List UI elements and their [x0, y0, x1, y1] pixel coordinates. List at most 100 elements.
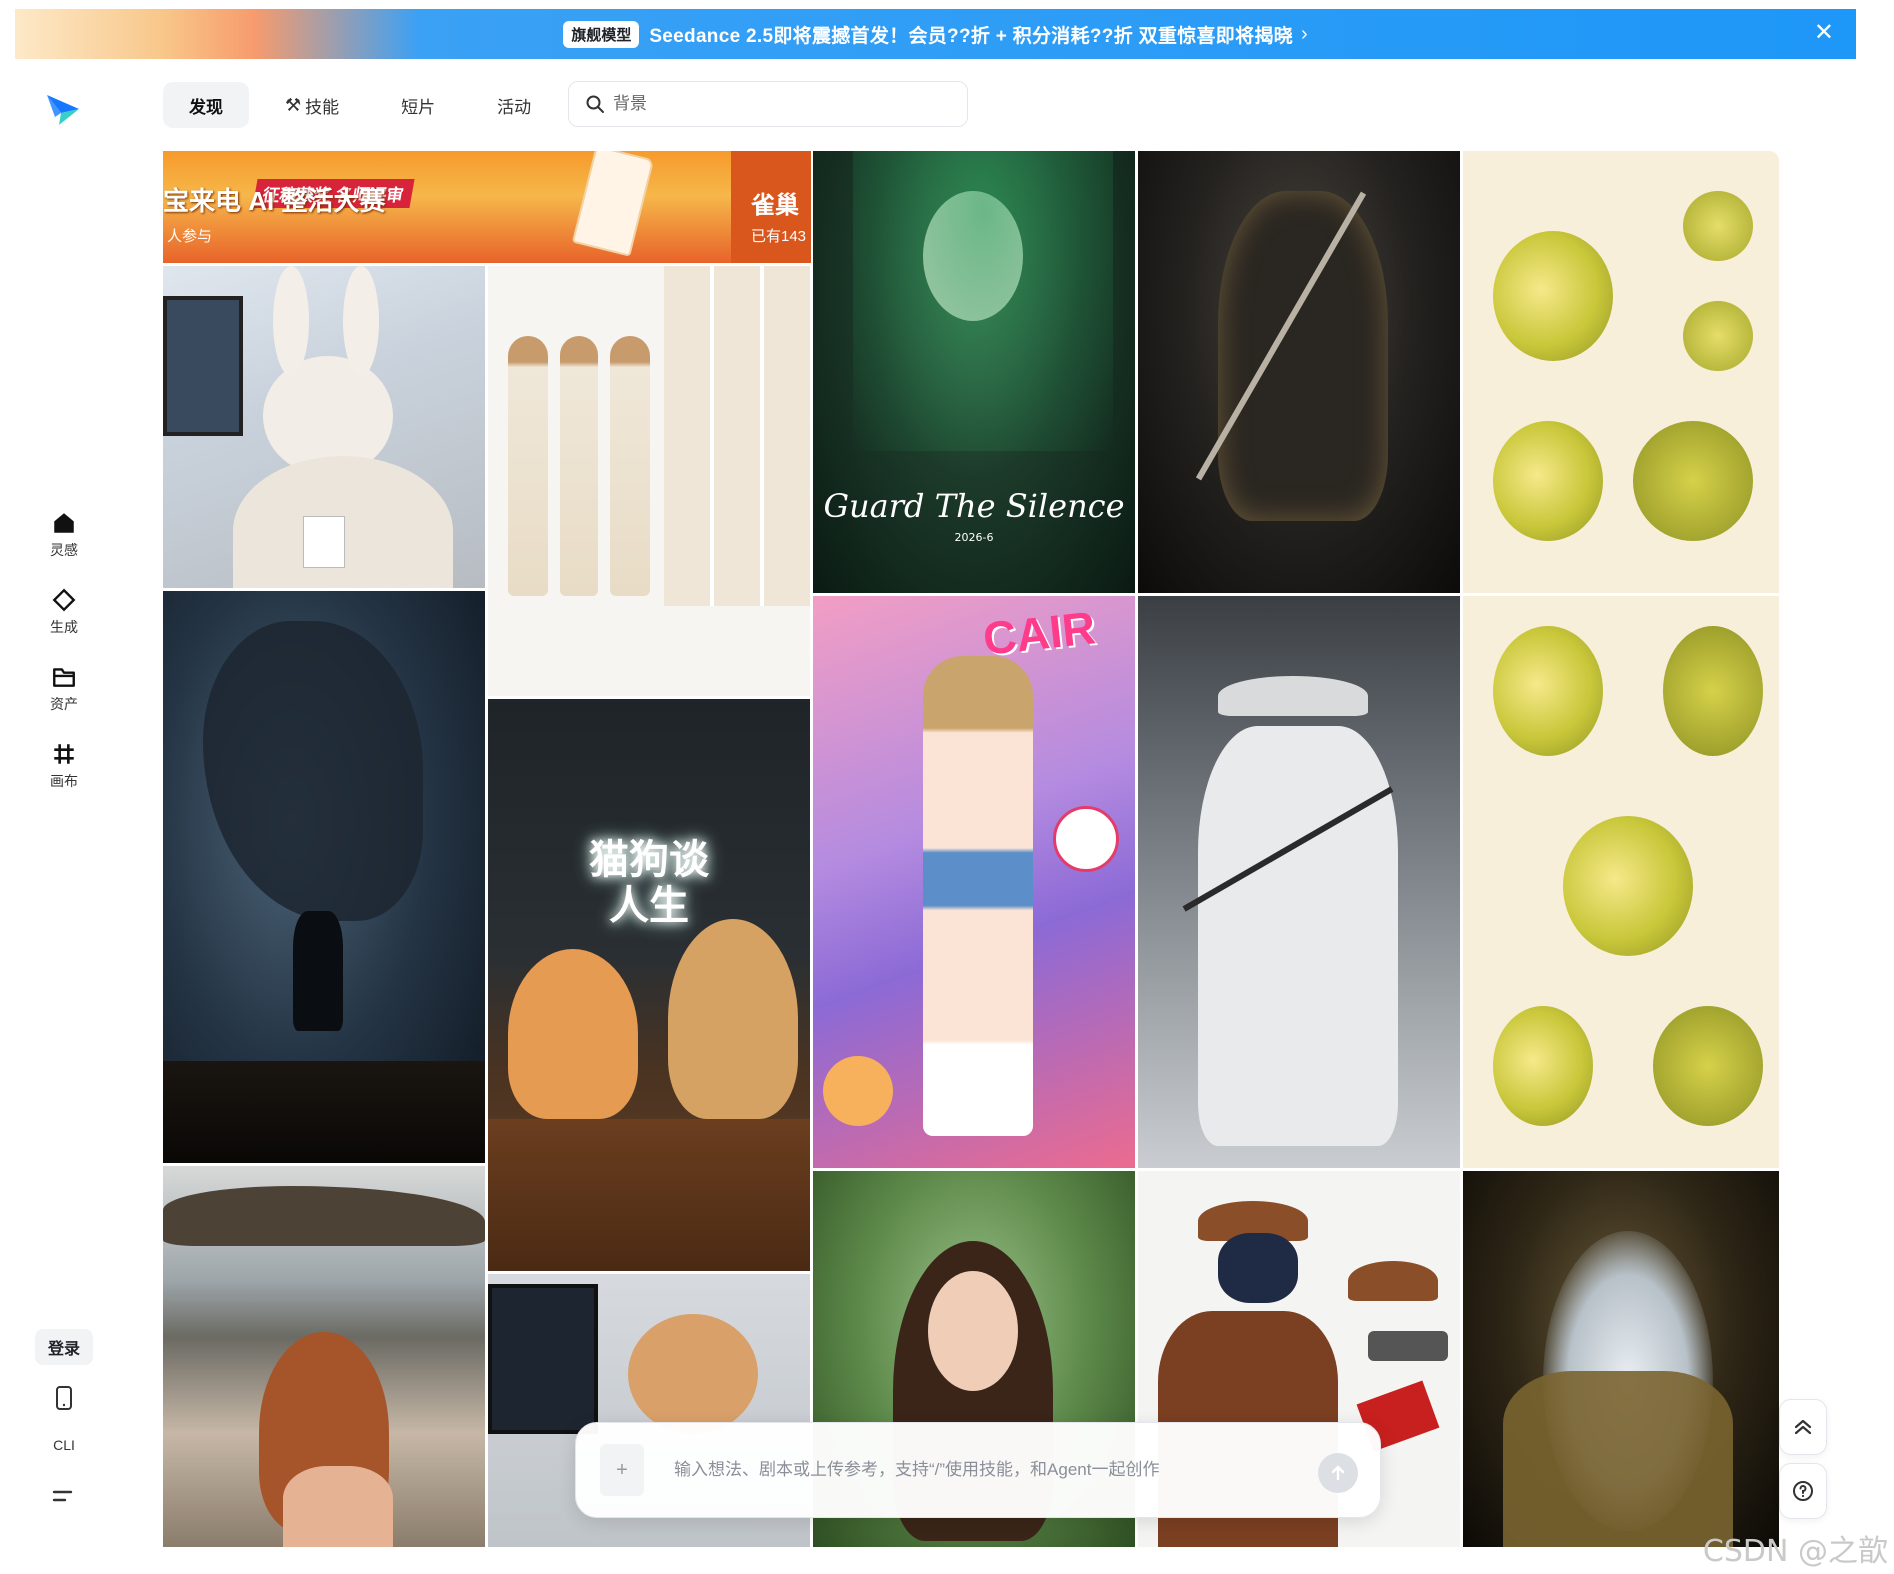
top-tabs: 发现 ⚒ 技能 短片 活动: [163, 81, 567, 129]
help-circle-icon: [1793, 1481, 1813, 1501]
tools-icon: ⚒: [285, 94, 302, 115]
banner-text[interactable]: Seedance 2.5即将震撼首发！会员??折 + 积分消耗??折 双重惊喜即…: [649, 21, 1293, 48]
folder-icon: [53, 668, 75, 687]
podcast-title-line2: 人生: [609, 884, 689, 928]
cli-button[interactable]: CLI: [42, 1437, 86, 1453]
banner-right-panel: 雀巢 已有143: [731, 151, 811, 263]
armor-shape: [1218, 191, 1388, 521]
tab-discover[interactable]: 发现: [163, 82, 249, 128]
page: 旗舰模型 Seedance 2.5即将震撼首发！会员??折 + 积分消耗??折 …: [0, 0, 1894, 1574]
image-tile-white-samurai[interactable]: [1138, 596, 1460, 1168]
tab-label: 短片: [401, 97, 436, 117]
tab-events[interactable]: 活动: [471, 82, 557, 128]
search-box[interactable]: [568, 81, 968, 127]
sidebar-item-label: 画布: [50, 773, 78, 789]
durian-shape: [1493, 1006, 1593, 1126]
image-tile-dark-giant[interactable]: [163, 591, 485, 1163]
artwork-title: Guard The Silence: [823, 487, 1125, 525]
sidebar-item-label: 生成: [50, 619, 78, 635]
sticker-cat: [823, 1056, 893, 1126]
promo-banner[interactable]: 旗舰模型 Seedance 2.5即将震撼首发！会员??折 + 积分消耗??折 …: [15, 9, 1856, 59]
sidebar-item-label: 灵感: [50, 542, 78, 558]
image-tile-golden-warrior[interactable]: [1463, 1171, 1779, 1547]
image-tile-durian-sheet-1[interactable]: [1463, 151, 1779, 593]
banner-badge: 旗舰模型: [563, 20, 640, 48]
image-tile-guard-the-silence[interactable]: Guard The Silence 2026-6: [813, 151, 1135, 593]
app-window: 旗舰模型 Seedance 2.5即将震撼首发！会员??折 + 积分消耗??折 …: [15, 9, 1856, 1547]
tab-shorts[interactable]: 短片: [375, 82, 461, 128]
sidebar-item-generate[interactable]: 生成: [37, 581, 91, 649]
giant-hand-shape: [203, 621, 423, 921]
girl-shape: [923, 656, 1033, 1136]
artwork-subtitle: 2026-6: [954, 531, 994, 544]
help-button[interactable]: [1779, 1463, 1827, 1519]
login-button[interactable]: 登录: [35, 1329, 93, 1365]
rabbit-ear-right: [343, 266, 379, 376]
prompt-bar: +: [575, 1422, 1381, 1518]
sidebar-item-inspiration[interactable]: 灵感: [37, 504, 91, 572]
durian-shape: [1653, 1006, 1763, 1126]
bottle-shape: [571, 151, 655, 257]
monitor-shape: [488, 1284, 598, 1434]
sidebar-item-label: 资产: [50, 696, 78, 712]
durian-shape: [1683, 191, 1753, 261]
durian-shape: [1493, 421, 1603, 541]
image-tile-rabbit-office[interactable]: [163, 266, 485, 588]
tab-skills[interactable]: ⚒ 技能: [259, 82, 365, 128]
detail-grid: [664, 266, 810, 606]
durian-shape: [1683, 301, 1753, 371]
scroll-top-button[interactable]: [1779, 1399, 1827, 1455]
durian-shape: [1493, 626, 1603, 756]
image-tile-beach-portrait[interactable]: [163, 1166, 485, 1547]
prompt-input[interactable]: [674, 1460, 1314, 1480]
menu-icon[interactable]: [51, 1485, 77, 1507]
banner-right-title: 雀巢: [751, 192, 799, 219]
inspiration-gallery: 征稿获奖 名师评审 宝来电 AI 整活大赛 人参与 雀巢 已有143 猫狗谈 人…: [163, 151, 1779, 1547]
ground-shape: [163, 1061, 485, 1163]
mobile-icon[interactable]: [52, 1385, 76, 1411]
revolver-shape: [1368, 1331, 1448, 1361]
image-tile-magazine[interactable]: CAIR: [813, 596, 1135, 1168]
tab-label: 发现: [189, 97, 223, 117]
figure-side: [560, 336, 598, 596]
arrow-up-icon: [1331, 1465, 1345, 1481]
search-input[interactable]: [613, 94, 933, 114]
armor-shape: [1503, 1371, 1733, 1547]
home-icon: [54, 513, 74, 533]
sidebar-nav: 灵感 生成 资产 画布: [37, 504, 91, 812]
hat-shape: [1218, 676, 1368, 716]
figure-back: [610, 336, 650, 596]
chevron-right-icon: ›: [1301, 22, 1308, 45]
durian-shape: [1563, 816, 1693, 956]
warrior-silhouette: [293, 911, 343, 1031]
durian-shape: [1663, 626, 1763, 756]
desk-shape: [488, 1119, 810, 1271]
image-tile-podcast[interactable]: 猫狗谈 人生: [488, 699, 810, 1271]
figure-front: [508, 336, 548, 596]
close-icon[interactable]: ✕: [1814, 21, 1834, 45]
banner-subtitle: 人参与: [167, 228, 213, 245]
hat-prop-shape: [1348, 1261, 1438, 1301]
sticker-girl: [1053, 806, 1119, 872]
robot-head-shape: [1218, 1233, 1298, 1303]
sidebar-item-canvas[interactable]: 画布: [37, 735, 91, 803]
durian-shape: [1493, 231, 1613, 361]
csdn-watermark: CSDN @之歆: [1702, 1534, 1888, 1569]
image-tile-durian-sheet-2[interactable]: [1463, 596, 1779, 1168]
sidebar-item-assets[interactable]: 资产: [37, 658, 91, 726]
robe-shape: [1198, 726, 1398, 1146]
paper-plane-logo-icon[interactable]: [45, 91, 81, 127]
monitor-shape: [163, 296, 243, 436]
banner-title: 宝来电 AI 整活大赛: [163, 186, 386, 216]
send-button[interactable]: [1318, 1453, 1358, 1493]
diamond-icon: [52, 588, 76, 612]
plus-icon[interactable]: +: [600, 1444, 644, 1496]
hash-icon: [54, 744, 74, 764]
banner-right-sub: 已有143: [751, 228, 807, 245]
image-tile-dark-samurai[interactable]: [1138, 151, 1460, 593]
image-tile-character-sheet[interactable]: [488, 266, 810, 696]
double-chevron-up-icon: [1794, 1419, 1812, 1435]
event-banner-tile[interactable]: 征稿获奖 名师评审 宝来电 AI 整活大赛 人参与 雀巢 已有143: [163, 151, 811, 263]
face-shape: [928, 1271, 1018, 1391]
badge-card: [303, 516, 345, 568]
